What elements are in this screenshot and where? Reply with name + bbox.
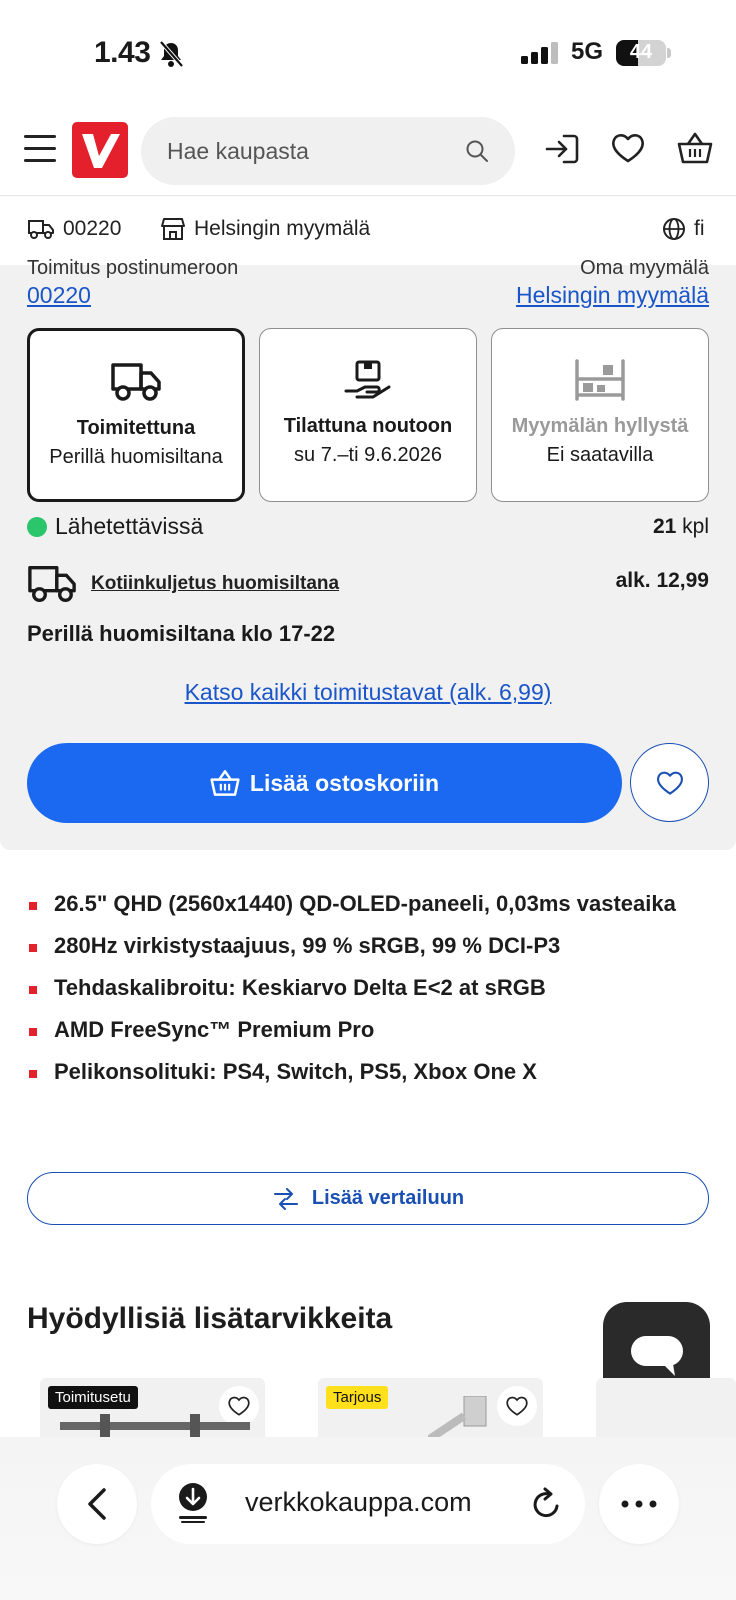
truck-icon (111, 363, 161, 401)
add-to-cart-label: Lisää ostoskoriin (249, 769, 440, 796)
accessory-card[interactable] (596, 1378, 736, 1438)
option-title: Toimitettuna (76, 417, 196, 439)
heart-icon[interactable] (497, 1386, 537, 1426)
status-bar: 1.43 5G 44 (0, 0, 736, 110)
battery-tip (667, 48, 671, 58)
store-label: Oma myymälä (580, 257, 709, 279)
address-bar[interactable]: verkkokauppa.com (151, 1464, 585, 1544)
offer-badge: Tarjous (326, 1386, 389, 1409)
zip-code: 00220 (63, 217, 122, 240)
in-stock-dot-icon (27, 516, 47, 537)
wishlist-heart-icon[interactable] (610, 132, 646, 164)
language-code: fi (694, 217, 705, 240)
globe-icon (663, 218, 685, 240)
option-subtitle: Perillä huomisiltana (49, 446, 223, 468)
hamburger-menu-icon[interactable] (24, 132, 56, 166)
verkkokauppa-logo[interactable] (72, 122, 128, 178)
shopping-basket-icon[interactable] (677, 130, 713, 166)
accessories-title: Hyödyllisiä lisätarvikkeita (27, 1302, 393, 1335)
stock-quantity: 21 kpl (653, 515, 709, 539)
shipping-price: alk. 12,99 (615, 569, 709, 592)
feature-item: Pelikonsolituki: PS4, Switch, PS5, Xbox … (27, 1058, 717, 1086)
shopping-basket-icon (210, 770, 240, 796)
zip-label: Toimitus postinumeroon (27, 257, 239, 279)
option-subtitle: Ei saatavilla (546, 444, 654, 466)
search-bar[interactable] (141, 117, 515, 185)
feature-item: 26.5" QHD (2560x1440) QD-OLED-paneeli, 0… (27, 890, 717, 918)
heart-icon (656, 771, 683, 795)
back-button[interactable] (57, 1464, 137, 1544)
pickup-icon (344, 360, 391, 399)
shipping-method: Kotiinkuljetus huomisiltana (27, 563, 339, 605)
language-selector[interactable]: fi (662, 217, 705, 241)
battery-level: 44 (629, 41, 653, 63)
delivery-option-delivered[interactable]: Toimitettuna Perillä huomisiltana (27, 328, 245, 502)
shipping-method-link[interactable]: Kotiinkuljetus huomisiltana (91, 573, 339, 595)
stock-qty-number: 21 (652, 515, 677, 538)
chat-bubble-icon (630, 1335, 683, 1376)
delivery-zip-selector[interactable]: 00220 (27, 217, 121, 241)
battery-icon: 44 (616, 40, 666, 66)
delivery-panel: Toimitus postinumeroon Oma myymälä 00220… (0, 257, 736, 850)
shelf-icon (575, 359, 625, 401)
login-icon[interactable] (544, 133, 580, 165)
option-title: Myymälän hyllystä (511, 415, 689, 437)
store-icon (161, 218, 185, 240)
add-to-compare-button[interactable]: Lisää vertailuun (27, 1172, 709, 1225)
location-bar: 00220 Helsingin myymälä fi (0, 197, 736, 265)
clock: 1.43 (94, 36, 151, 69)
more-dots-icon (621, 1500, 657, 1508)
accessory-card[interactable]: Tarjous (318, 1378, 543, 1438)
feature-item: Tehdaskalibroitu: Keskiarvo Delta E<2 at… (27, 974, 717, 1002)
store-link[interactable]: Helsingin myymälä (516, 282, 709, 309)
reload-icon[interactable] (531, 1486, 563, 1522)
more-options-button[interactable] (599, 1464, 679, 1544)
logo-v-icon (82, 134, 120, 168)
compare-label: Lisää vertailuun (311, 1187, 465, 1209)
stock-qty-unit: kpl (682, 515, 709, 538)
bell-muted-icon (159, 40, 184, 68)
browser-toolbar: verkkokauppa.com (0, 1437, 736, 1600)
stock-status: Lähetettävissä (27, 513, 203, 540)
search-icon[interactable] (465, 139, 489, 163)
store-name: Helsingin myymälä (194, 217, 371, 240)
delivery-option-pickup[interactable]: Tilattuna noutoon su 7.–ti 9.6.2026 (259, 328, 477, 502)
option-subtitle: su 7.–ti 9.6.2026 (294, 444, 442, 466)
add-to-wishlist-button[interactable] (630, 743, 709, 822)
truck-small-icon (28, 220, 54, 239)
option-title: Tilattuna noutoon (283, 415, 453, 437)
arrival-time: Perillä huomisiltana klo 17-22 (27, 621, 336, 646)
site-header (0, 110, 736, 196)
stock-status-text: Lähetettävissä (55, 513, 204, 539)
zip-link[interactable]: 00220 (27, 282, 91, 309)
monitor-arm-image (60, 1414, 250, 1438)
feature-item: 280Hz virkistystaajuus, 99 % sRGB, 99 % … (27, 932, 717, 960)
download-icon[interactable] (177, 1482, 209, 1524)
monitor-mount-image (428, 1396, 487, 1438)
feature-item: AMD FreeSync™ Premium Pro (27, 1016, 717, 1044)
network-type: 5G (571, 38, 604, 65)
delivery-option-shelf[interactable]: Myymälän hyllystä Ei saatavilla (491, 328, 709, 502)
truck-icon (28, 565, 76, 603)
url-text: verkkokauppa.com (245, 1487, 472, 1517)
signal-icon (521, 42, 558, 64)
chevron-left-icon (88, 1488, 106, 1520)
add-to-cart-button[interactable]: Lisää ostoskoriin (27, 743, 622, 823)
compare-arrows-icon (273, 1187, 298, 1210)
feature-list: 26.5" QHD (2560x1440) QD-OLED-paneeli, 0… (27, 890, 717, 1100)
store-selector[interactable]: Helsingin myymälä (160, 217, 370, 241)
delivery-benefit-badge: Toimitusetu (48, 1386, 138, 1409)
all-shipping-methods-link[interactable]: Katso kaikki toimitustavat (alk. 6,99) (185, 679, 552, 705)
search-input[interactable] (167, 117, 447, 185)
accessory-card[interactable]: Toimitusetu (40, 1378, 265, 1438)
